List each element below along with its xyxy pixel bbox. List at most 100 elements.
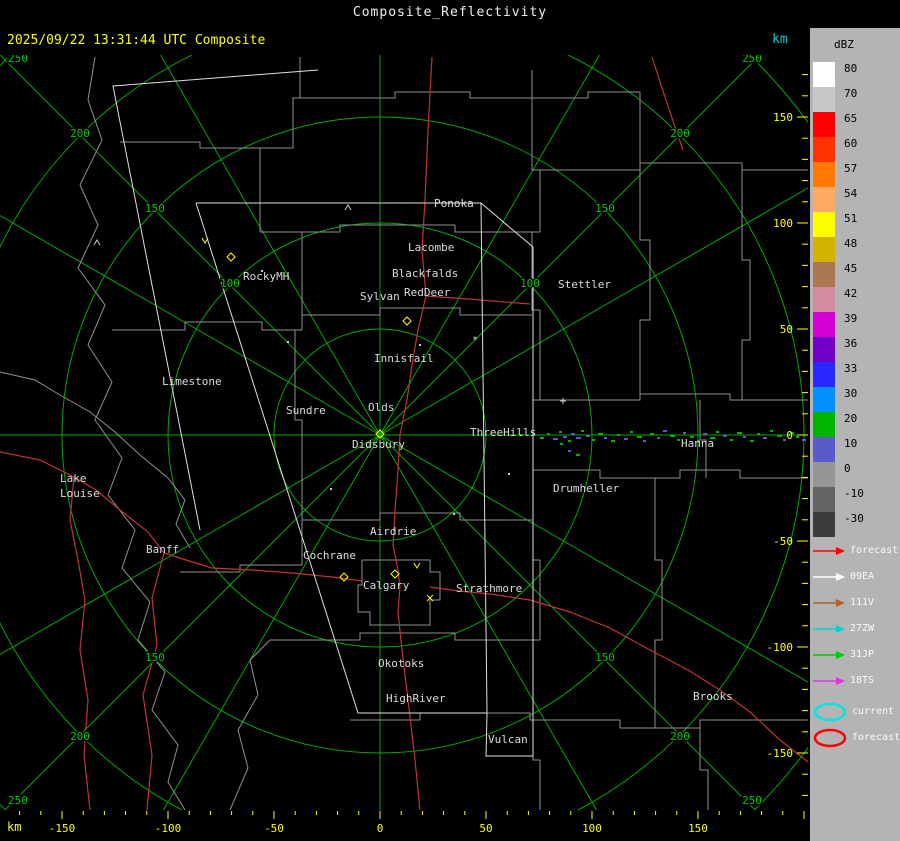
- right-axis-label: 150: [773, 111, 793, 124]
- colorbar-swatch: [813, 262, 835, 287]
- marker-dot: [330, 488, 332, 490]
- radial-line: [379, 55, 761, 436]
- colorbar-value: 36: [844, 337, 858, 350]
- colorbar-value: 54: [844, 187, 858, 200]
- colorbar-swatch: [813, 312, 835, 337]
- county-boundary: [229, 639, 302, 810]
- range-label: 200: [670, 127, 690, 140]
- range-label: 150: [145, 651, 165, 664]
- radial-line: [160, 55, 381, 436]
- bottom-axis-label: 150: [688, 822, 708, 835]
- marker-caret: [344, 204, 352, 211]
- marker-dot: [453, 513, 455, 515]
- colorbar-value: 60: [844, 137, 858, 150]
- colorbar-value: 51: [844, 212, 858, 225]
- range-label: 200: [70, 127, 90, 140]
- vertical-axis-unit: km: [772, 32, 788, 47]
- colorbar-swatch: [813, 87, 835, 112]
- marker-dot: [287, 341, 289, 343]
- county-boundary: [639, 170, 651, 400]
- marker-dot: [508, 473, 510, 475]
- county-boundary: [0, 371, 191, 549]
- radar-echo: [611, 440, 615, 442]
- range-label: 150: [145, 202, 165, 215]
- county-boundary: [532, 91, 641, 170]
- county-boundary: [302, 307, 532, 316]
- radial-line: [4, 434, 381, 810]
- county-boundary: [699, 728, 709, 810]
- radial-line: [379, 55, 600, 436]
- right-axis-label: 0: [786, 429, 793, 442]
- radar-echo: [576, 454, 580, 456]
- colorbar-value: 65: [844, 112, 858, 125]
- right-axis-label: 50: [780, 323, 793, 336]
- radar-echo: [576, 437, 581, 439]
- city-label: Drumheller: [553, 482, 620, 495]
- colorbar-value: 30: [844, 387, 858, 400]
- colorbar-swatch: [813, 337, 835, 362]
- range-label: 100: [220, 277, 240, 290]
- county-boundary: [259, 57, 301, 232]
- radar-echo: [586, 435, 590, 437]
- radar-echo: [592, 439, 595, 441]
- county-boundary: [260, 224, 532, 233]
- range-label: 250: [8, 794, 28, 807]
- radar-echo: [630, 431, 633, 433]
- city-label: Sundre: [286, 404, 326, 417]
- colorbar-swatch: [813, 487, 835, 512]
- city-label: Brooks: [693, 690, 733, 703]
- radar-echo: [670, 435, 675, 437]
- radar-echo: [770, 430, 773, 432]
- colorbar-swatch: [813, 212, 835, 237]
- colorbar-value: 33: [844, 362, 858, 375]
- radar-echo: [683, 432, 686, 434]
- radar-echo: [723, 435, 727, 437]
- marker-asterisk: *: [472, 335, 478, 346]
- colorbar-swatch: [813, 512, 835, 537]
- city-label: Blackfalds: [392, 267, 458, 280]
- radar-echo: [547, 433, 550, 435]
- colorbar-value: 45: [844, 262, 858, 275]
- horizontal-axis-unit: km: [7, 820, 22, 834]
- county-boundary: [532, 720, 541, 810]
- radar-map: 100 100 150 150 150 150 200 200 200 200 250 250 250 2…: [0, 55, 808, 835]
- colorbar-swatch: [813, 187, 835, 212]
- radar-echo: [663, 430, 667, 432]
- legend-ellipse-label: current: [852, 706, 895, 717]
- range-label: 200: [70, 730, 90, 743]
- bottom-axis-label: 50: [479, 822, 492, 835]
- bottom-axis-label: -100: [155, 822, 182, 835]
- colorbar-swatch: [813, 412, 835, 437]
- radar-echo: [730, 439, 733, 441]
- legend-arrow-label: 27ZW: [850, 623, 875, 634]
- radar-echo: [540, 437, 544, 439]
- range-label: 100: [520, 277, 540, 290]
- city-label: Airdrie: [370, 525, 416, 538]
- bottom-axis-label: 0: [377, 822, 384, 835]
- city-label: Ponoka: [434, 197, 474, 210]
- radar-echo: [637, 436, 642, 438]
- radar-echo: [750, 440, 754, 442]
- radar-echo: [624, 438, 628, 440]
- radar-echo: [703, 433, 707, 435]
- legend-ellipse-icon: [813, 702, 847, 722]
- radar-echo: [743, 436, 746, 438]
- colorbar-value: 80: [844, 62, 858, 75]
- right-axis-label: -50: [773, 535, 793, 548]
- radar-echo: [763, 437, 767, 439]
- radial-line: [162, 434, 381, 810]
- radial-line: [379, 434, 598, 810]
- legend-arrow-icon: [813, 651, 845, 659]
- timestamp: 2025/09/22 13:31:44 UTC Composite: [7, 33, 266, 48]
- city-label: Calgary: [363, 579, 410, 592]
- city-label: HighRiver: [386, 692, 446, 705]
- city-label: Lake: [60, 472, 87, 485]
- radar-echo: [796, 436, 799, 438]
- city-label: RedDeer: [404, 286, 451, 299]
- radar-coverage-boundary: [112, 69, 319, 531]
- radar-echo: [650, 433, 654, 435]
- city-label: Lacombe: [408, 241, 454, 254]
- legend-arrow-label: 09EA: [850, 571, 875, 582]
- colorbar-swatch: [813, 362, 835, 387]
- radial-line: [0, 55, 381, 436]
